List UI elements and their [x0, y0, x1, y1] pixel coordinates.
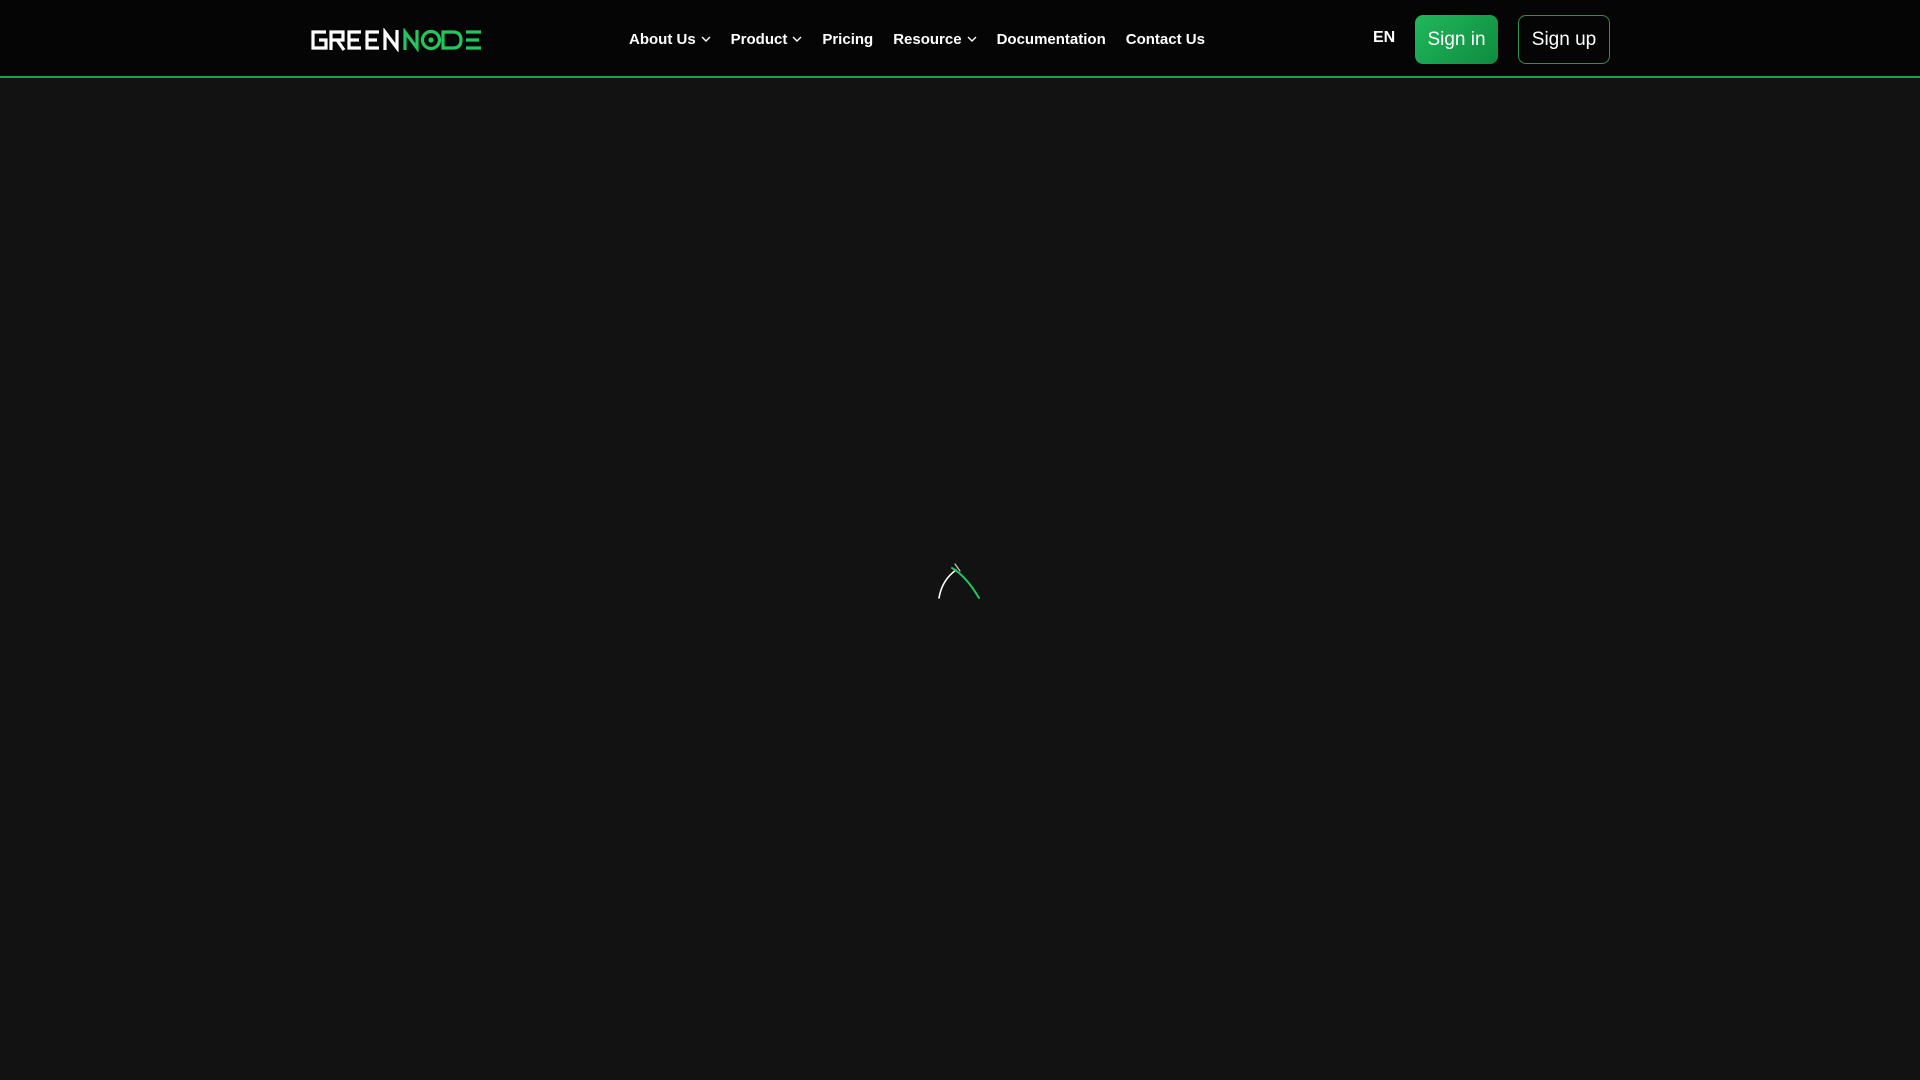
nav-contact-us-label: Contact Us: [1125, 30, 1205, 48]
nav-product-label: Product: [730, 30, 788, 48]
top-navigation-bar: About Us Product Pricing Resource Docume…: [0, 0, 1920, 78]
nav-contact-us[interactable]: Contact Us: [1126, 31, 1205, 48]
sign-in-button[interactable]: Sign in: [1415, 15, 1498, 64]
nav-about-us[interactable]: About Us: [629, 31, 711, 48]
language-selector[interactable]: EN: [1373, 29, 1395, 47]
chevron-down-icon: [701, 36, 711, 42]
nav-resource[interactable]: Resource: [893, 30, 977, 48]
greennode-logo-icon: [311, 28, 481, 52]
spinner-icon: [938, 563, 980, 599]
sign-up-button[interactable]: Sign up: [1518, 15, 1610, 64]
nav-documentation-label: Documentation: [996, 30, 1106, 48]
greennode-logo[interactable]: [309, 26, 483, 54]
nav-resource-label: Resource: [893, 30, 962, 48]
nav-pricing[interactable]: Pricing: [822, 31, 873, 48]
chevron-down-icon: [792, 36, 802, 42]
main-nav: About Us Product Pricing Resource Docume…: [629, 0, 1225, 78]
nav-pricing-label: Pricing: [822, 30, 874, 48]
nav-about-us-label: About Us: [629, 30, 696, 48]
nav-documentation[interactable]: Documentation: [997, 31, 1106, 48]
nav-product[interactable]: Product: [731, 31, 803, 48]
chevron-down-icon: [967, 36, 977, 42]
